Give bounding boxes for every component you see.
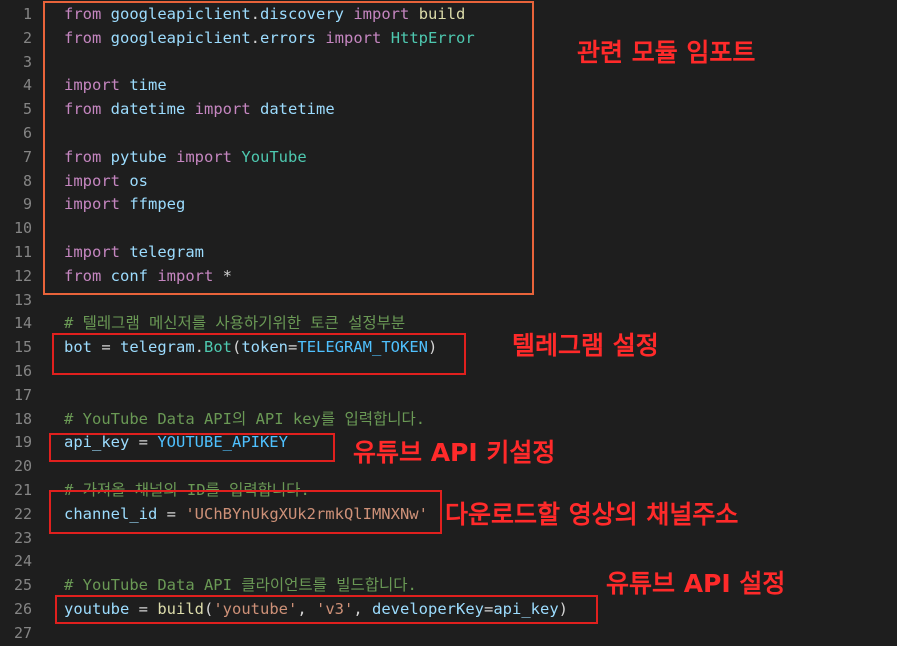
line-number: 26 — [13, 600, 32, 618]
code-line[interactable]: 27 — [0, 622, 897, 646]
line-number: 7 — [22, 147, 32, 166]
line-number: 14 — [13, 314, 32, 333]
line-number: 27 — [13, 623, 32, 642]
line-number: 25 — [13, 576, 32, 595]
line-number: 11 — [13, 243, 32, 261]
line-number: 5 — [22, 100, 32, 119]
annotation-api-key: 유튜브 API 키설정 — [353, 438, 556, 467]
line-number: 8 — [22, 171, 32, 190]
code-token: # YouTube Data API의 API key를 입력합니다. — [64, 409, 426, 428]
line-number: 24 — [13, 552, 32, 571]
annotation-imports: 관련 모듈 임포트 — [577, 38, 756, 67]
line-number: 16 — [13, 362, 32, 380]
code-line[interactable]: 18 # YouTube Data API의 API key를 입력합니다. — [0, 408, 897, 432]
line-number: 21 — [13, 481, 32, 499]
youtube-highlight-box — [55, 595, 598, 624]
line-number: 18 — [13, 409, 32, 428]
line-number: 15 — [13, 338, 32, 357]
line-number: 2 — [22, 28, 32, 47]
line-number: 6 — [22, 124, 32, 142]
line-number: 12 — [13, 266, 32, 285]
api-key-highlight-box — [49, 433, 335, 462]
annotation-channel: 다운로드할 영상의 채널주소 — [445, 500, 739, 529]
code-token: # 텔레그램 메신저를 사용하기위한 토큰 설정부분 — [64, 314, 406, 333]
line-number: 17 — [13, 385, 32, 404]
annotation-youtube: 유튜브 API 설정 — [606, 569, 786, 598]
code-token: # YouTube Data API 클라이언트를 빌드합니다. — [64, 576, 417, 595]
line-number: 9 — [22, 195, 32, 214]
line-number: 19 — [13, 433, 32, 452]
line-number: 1 — [22, 5, 32, 23]
imports-highlight-box — [43, 1, 534, 295]
annotation-telegram: 텔레그램 설정 — [512, 331, 659, 360]
line-number: 23 — [13, 528, 32, 547]
code-text: # YouTube Data API의 API key를 입력합니다. — [64, 408, 425, 432]
line-number: 10 — [13, 219, 32, 238]
telegram-highlight-box — [52, 333, 466, 375]
code-line[interactable]: 17 — [0, 384, 897, 408]
line-number: 13 — [13, 290, 32, 309]
line-number: 22 — [13, 504, 32, 523]
line-number: 4 — [22, 76, 32, 95]
line-number: 20 — [13, 457, 32, 476]
line-number: 3 — [22, 52, 32, 71]
channel-highlight-box — [49, 490, 442, 534]
